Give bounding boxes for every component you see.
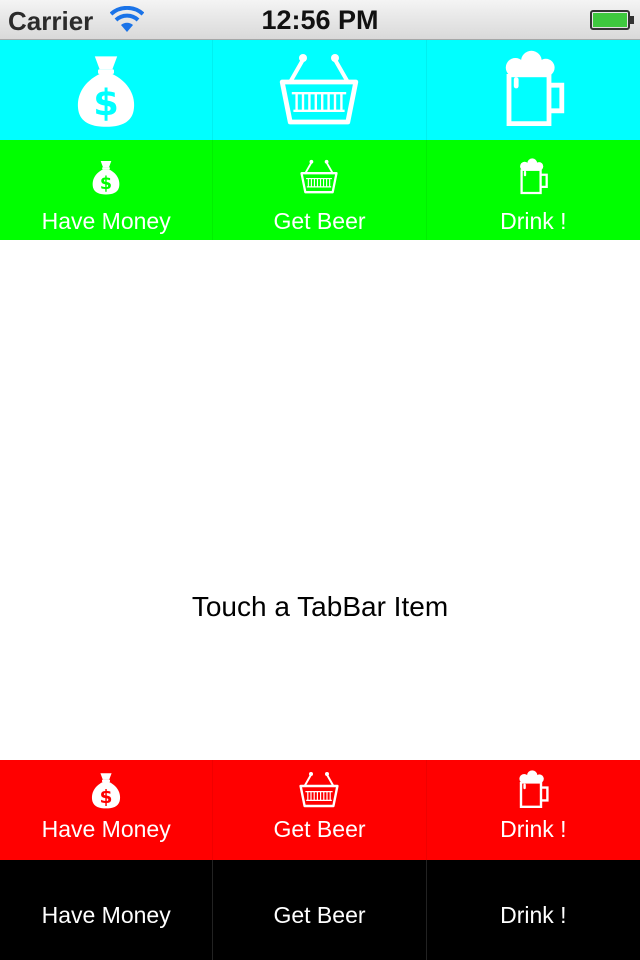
beer-mug-icon	[493, 50, 573, 130]
tab-have-money[interactable]: Have Money	[0, 140, 214, 240]
tab-label: Get Beer	[273, 816, 366, 842]
beer-mug-icon	[513, 770, 553, 810]
content-area: Touch a TabBar Item	[0, 240, 640, 760]
tab-label: Have Money	[41, 902, 171, 928]
money-bag-icon	[87, 158, 125, 196]
tabbar-icons-labels: Have Money Get Beer Drink !	[0, 140, 640, 240]
beer-mug-icon	[514, 158, 552, 196]
basket-icon	[279, 50, 359, 130]
money-bag-icon	[86, 770, 126, 810]
tab-label: Get Beer	[273, 208, 366, 234]
tab-get-beer[interactable]: Get Beer	[213, 860, 427, 960]
status-bar: Carrier 12:56 PM	[0, 0, 640, 40]
tab-label: Drink !	[500, 902, 567, 928]
tab-drink[interactable]: Drink !	[427, 860, 640, 960]
tab-get-beer[interactable]	[213, 40, 427, 140]
basket-icon	[299, 770, 339, 810]
tab-label: Have Money	[41, 208, 171, 234]
basket-icon	[300, 158, 338, 196]
tab-drink[interactable]: Drink !	[427, 140, 640, 240]
tab-label: Drink !	[500, 208, 567, 234]
tabbar-icons-only	[0, 40, 640, 140]
tabbar-text-only: Have Money Get Beer Drink !	[0, 860, 640, 960]
tab-have-money[interactable]: Have Money	[0, 860, 214, 960]
tab-get-beer[interactable]: Get Beer	[213, 140, 427, 240]
tab-drink[interactable]: Drink !	[427, 760, 640, 860]
tab-get-beer[interactable]: Get Beer	[213, 760, 427, 860]
tab-have-money[interactable]	[0, 40, 214, 140]
tabbar-red: Have Money Get Beer Drink !	[0, 760, 640, 860]
tab-label: Get Beer	[273, 902, 366, 928]
tab-label: Have Money	[41, 816, 171, 842]
money-bag-icon	[66, 50, 146, 130]
tab-drink[interactable]	[427, 40, 640, 140]
clock: 12:56 PM	[261, 5, 379, 35]
tab-have-money[interactable]: Have Money	[0, 760, 214, 860]
battery-icon	[590, 10, 634, 30]
instruction-message: Touch a TabBar Item	[191, 591, 449, 622]
tab-label: Drink !	[500, 816, 567, 842]
